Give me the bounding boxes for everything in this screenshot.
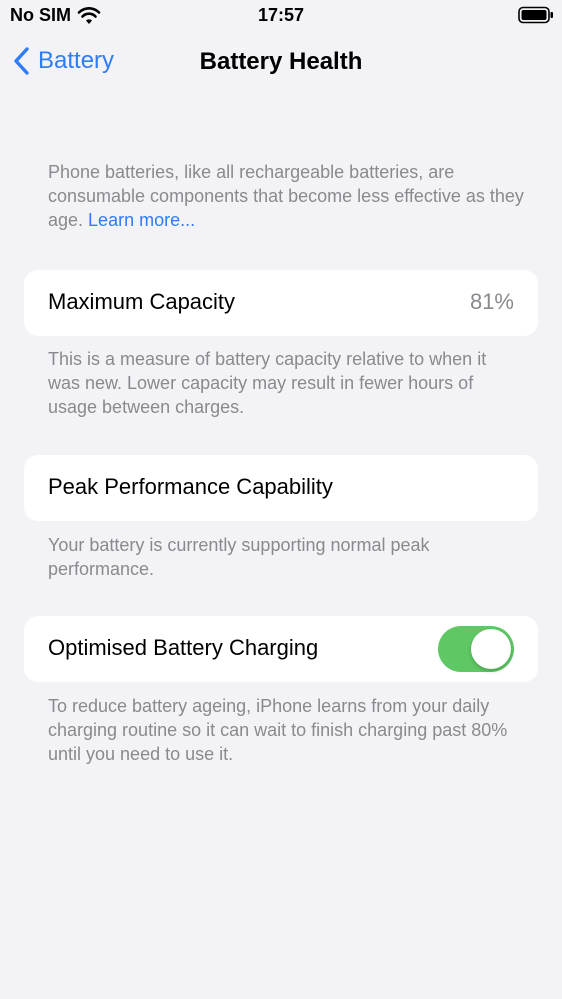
optimised-charging-label: Optimised Battery Charging <box>48 635 319 660</box>
status-time: 17:57 <box>257 5 305 25</box>
peak-performance-label: Peak Performance Capability <box>48 474 333 499</box>
learn-more-link[interactable]: Learn more... <box>88 210 195 230</box>
optimised-charging-toggle[interactable] <box>438 626 514 672</box>
maximum-capacity-label: Maximum Capacity <box>48 289 236 314</box>
toggle-knob <box>471 629 511 669</box>
optimised-charging-cell: Optimised Battery Charging <box>24 616 538 682</box>
optimised-charging-footnote: To reduce battery ageing, iPhone learns … <box>48 696 508 764</box>
peak-performance-cell: Peak Performance Capability <box>24 455 538 521</box>
peak-performance-footnote: Your battery is currently supporting nor… <box>48 535 430 579</box>
maximum-capacity-cell: Maximum Capacity 81% <box>24 270 538 336</box>
status-bar: No SIM 17:57 <box>0 0 562 32</box>
maximum-capacity-footnote: This is a measure of battery capacity re… <box>48 349 487 417</box>
intro-text: Phone batteries, like all rechargeable b… <box>48 160 528 232</box>
navigation-bar: Battery Battery Health <box>0 36 562 92</box>
maximum-capacity-value: 81% <box>469 289 514 314</box>
battery-icon <box>518 6 554 24</box>
page-title: Battery Health <box>199 48 363 75</box>
